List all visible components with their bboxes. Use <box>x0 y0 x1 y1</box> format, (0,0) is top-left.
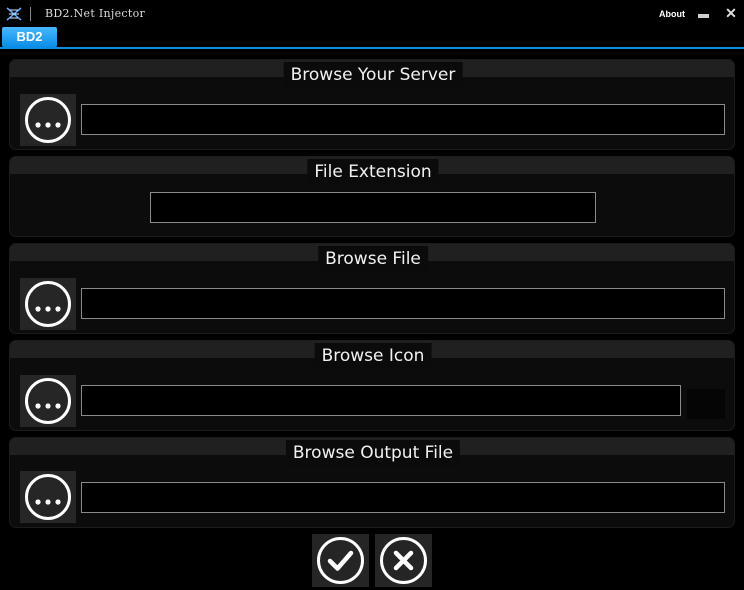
extension-panel-title: File Extension <box>307 159 439 186</box>
file-path-input[interactable] <box>81 288 725 319</box>
tab-bd2[interactable]: BD2 <box>2 27 57 47</box>
title-bar: BD2.Net Injector About ✕ <box>0 0 744 28</box>
window-title: BD2.Net Injector <box>45 7 146 20</box>
extension-panel: File Extension <box>9 156 735 237</box>
browse-file-button[interactable] <box>20 278 76 330</box>
server-panel: Browse Your Server <box>9 59 735 150</box>
tab-underline <box>0 47 744 49</box>
file-panel: Browse File <box>9 243 735 334</box>
x-icon <box>380 537 427 584</box>
browse-icon-button[interactable] <box>20 375 76 427</box>
ellipsis-icon <box>25 378 71 424</box>
dna-icon <box>6 7 22 21</box>
server-panel-title: Browse Your Server <box>283 62 463 89</box>
confirm-button[interactable] <box>312 534 369 587</box>
output-path-input[interactable] <box>81 482 725 513</box>
output-panel-title: Browse Output File <box>285 440 461 467</box>
ellipsis-icon <box>25 97 71 143</box>
checkmark-icon <box>317 537 364 584</box>
file-panel-title: Browse File <box>318 246 428 273</box>
browse-output-button[interactable] <box>20 471 76 523</box>
icon-preview <box>687 389 725 419</box>
close-icon[interactable]: ✕ <box>724 6 738 20</box>
icon-panel: Browse Icon <box>9 340 735 431</box>
title-separator <box>30 7 31 21</box>
icon-panel-title: Browse Icon <box>314 343 432 370</box>
ellipsis-icon <box>25 281 71 327</box>
ellipsis-icon <box>25 474 71 520</box>
about-link[interactable]: About <box>659 9 685 19</box>
cancel-button[interactable] <box>375 534 432 587</box>
icon-path-input[interactable] <box>81 385 681 416</box>
output-panel: Browse Output File <box>9 437 735 528</box>
browse-server-button[interactable] <box>20 94 76 146</box>
minimize-icon[interactable] <box>698 14 709 18</box>
server-path-input[interactable] <box>81 104 725 135</box>
extension-input[interactable] <box>150 192 596 223</box>
